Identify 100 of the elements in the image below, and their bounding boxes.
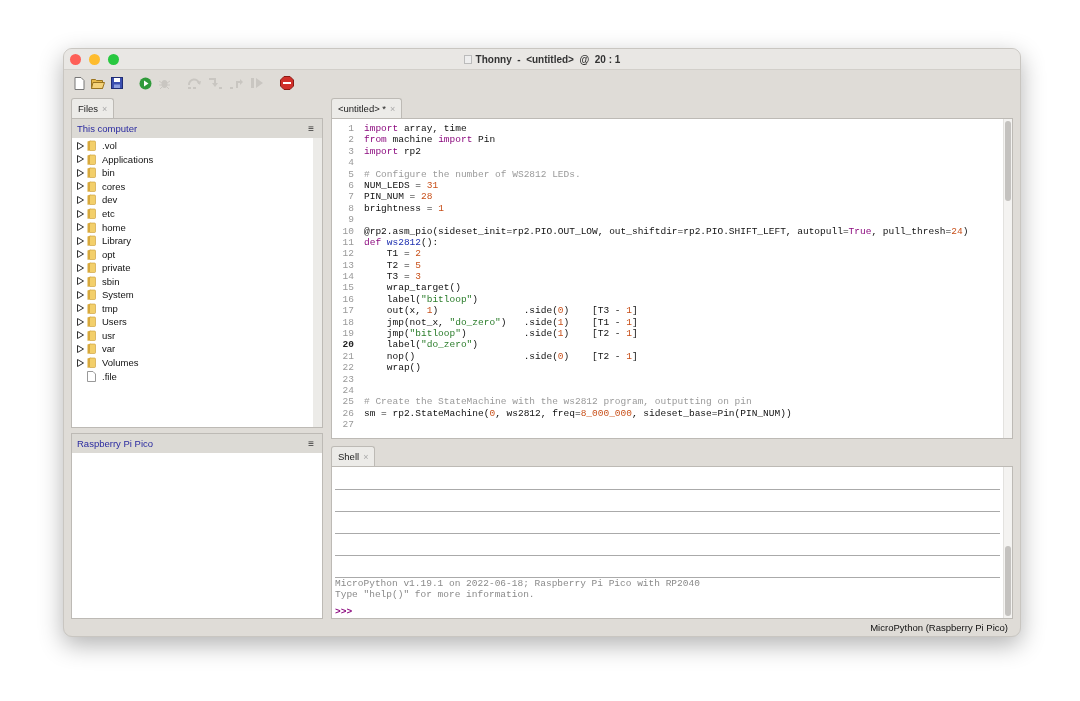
- line-number: 27: [341, 419, 355, 431]
- line-number: 13: [341, 259, 355, 272]
- expand-triangle-icon[interactable]: [77, 344, 84, 353]
- tree-item[interactable]: Users: [102, 316, 127, 328]
- expand-triangle-icon[interactable]: [77, 195, 84, 204]
- folder-icon: [87, 275, 96, 287]
- expand-triangle-icon[interactable]: [77, 317, 84, 326]
- expand-triangle-icon[interactable]: [77, 358, 84, 367]
- expand-triangle-icon[interactable]: [77, 168, 84, 177]
- tree-item[interactable]: home: [102, 221, 126, 233]
- line-number: 1: [347, 123, 355, 135]
- line-number: 23: [341, 373, 355, 385]
- line-number: 11: [341, 236, 355, 249]
- folder-icon: [87, 194, 96, 206]
- expand-triangle-icon[interactable]: [77, 277, 84, 286]
- line-number: 25: [341, 396, 355, 408]
- tree-item[interactable]: etc: [102, 208, 115, 219]
- tree-item[interactable]: opt: [102, 248, 116, 260]
- tree-item[interactable]: sbin: [102, 275, 120, 287]
- code-line: brightness = 1: [364, 202, 444, 215]
- expand-triangle-icon[interactable]: [77, 182, 84, 191]
- folder-icon: [87, 235, 96, 247]
- line-number: 3: [347, 145, 355, 158]
- expand-triangle-icon[interactable]: [77, 209, 84, 218]
- folder-icon: [87, 343, 96, 355]
- window-title: Thonny - <untitled> @ 20 : 1: [475, 53, 621, 65]
- code-line: nop() .side(0) [T2 - 1]: [385, 350, 638, 363]
- folder-icon: [87, 289, 96, 301]
- expand-triangle-icon[interactable]: [77, 263, 84, 272]
- status-text: MicroPython (Raspberry Pi Pico): [870, 622, 1008, 633]
- shell-output: MicroPython v1.19.1 on 2022-06-18; Raspberry Pi Pico with RP2040: [335, 578, 701, 589]
- editor-tab[interactable]: <untitled> * ×: [331, 98, 403, 118]
- tree-item[interactable]: tmp: [102, 302, 118, 314]
- line-number: 21: [341, 350, 355, 363]
- tree-item[interactable]: .vol: [102, 140, 117, 152]
- scrollbar[interactable]: [1003, 119, 1012, 438]
- line-number: 7: [347, 191, 355, 203]
- document-icon: [463, 54, 472, 64]
- tree-item[interactable]: System: [102, 289, 134, 301]
- menu-icon[interactable]: ≡: [308, 438, 314, 449]
- shell-tab[interactable]: Shell ×: [331, 446, 376, 466]
- panel-title: Raspberry Pi Pico: [77, 438, 154, 449]
- code-line: import array, time: [364, 123, 467, 135]
- code-line: jmp("bitloop") .side(1) [T2 - 1]: [385, 328, 638, 340]
- run-icon[interactable]: [139, 76, 152, 90]
- expand-triangle-icon[interactable]: [77, 141, 84, 150]
- expand-triangle-icon[interactable]: [77, 236, 84, 245]
- tree-item[interactable]: dev: [102, 194, 118, 206]
- expand-triangle-icon[interactable]: [77, 290, 84, 299]
- folder-icon: [87, 167, 96, 179]
- code-line: wrap(): [385, 362, 421, 374]
- code-line: label("do_zero"): [385, 339, 479, 351]
- code-line: # Configure the number of WS2812 LEDs.: [364, 168, 581, 180]
- menu-icon[interactable]: ≡: [308, 123, 314, 134]
- line-number: 26: [341, 407, 355, 420]
- expand-triangle-icon[interactable]: [77, 331, 84, 340]
- code-line: wrap_target(): [385, 282, 461, 294]
- line-number: 18: [341, 316, 355, 329]
- code-line: T2 = 5: [385, 259, 421, 272]
- tree-item[interactable]: Volumes: [102, 357, 139, 368]
- tree-item[interactable]: Applications: [102, 153, 154, 165]
- tree-item[interactable]: .file: [102, 370, 117, 382]
- file-icon: [87, 370, 96, 382]
- folder-icon: [87, 248, 96, 260]
- tree-item[interactable]: var: [102, 343, 116, 355]
- scrollbar[interactable]: [1003, 467, 1012, 618]
- line-number: 4: [347, 157, 355, 169]
- tree-item[interactable]: bin: [102, 167, 115, 179]
- shell-prompt: >>>: [335, 606, 353, 617]
- expand-triangle-icon[interactable]: [77, 304, 84, 313]
- line-number: 22: [341, 362, 355, 374]
- folder-icon: [87, 140, 96, 152]
- folder-icon: [87, 316, 96, 328]
- expand-triangle-icon[interactable]: [77, 155, 84, 164]
- line-number: 9: [347, 214, 355, 226]
- folder-icon: [87, 302, 96, 314]
- new-file-icon[interactable]: [74, 76, 85, 90]
- line-number: 6: [347, 179, 355, 192]
- code-line: out(x, 1) .side(0) [T3 - 1]: [385, 305, 638, 317]
- code-line: label("bitloop"): [385, 293, 479, 306]
- expand-triangle-icon[interactable]: [77, 223, 84, 232]
- folder-icon[interactable]: [91, 77, 105, 89]
- line-number: 10: [341, 225, 355, 237]
- folder-icon: [87, 357, 96, 368]
- panel-title: This computer: [77, 123, 138, 134]
- line-number: 2: [347, 134, 355, 146]
- code-line: def ws2812():: [364, 236, 439, 249]
- line-number: 16: [341, 293, 355, 306]
- tree-item[interactable]: private: [102, 262, 131, 274]
- line-number: 15: [341, 282, 355, 294]
- tree-item[interactable]: usr: [102, 329, 116, 341]
- code-line: T1 = 2: [385, 248, 421, 260]
- line-number: 20: [341, 339, 355, 351]
- files-tab[interactable]: Files ×: [71, 98, 115, 118]
- folder-icon: [87, 208, 96, 219]
- folder-icon: [87, 180, 96, 192]
- stop-icon[interactable]: [280, 76, 294, 90]
- tree-item[interactable]: Library: [102, 235, 132, 247]
- expand-triangle-icon[interactable]: [77, 250, 84, 259]
- tree-item[interactable]: cores: [102, 180, 126, 192]
